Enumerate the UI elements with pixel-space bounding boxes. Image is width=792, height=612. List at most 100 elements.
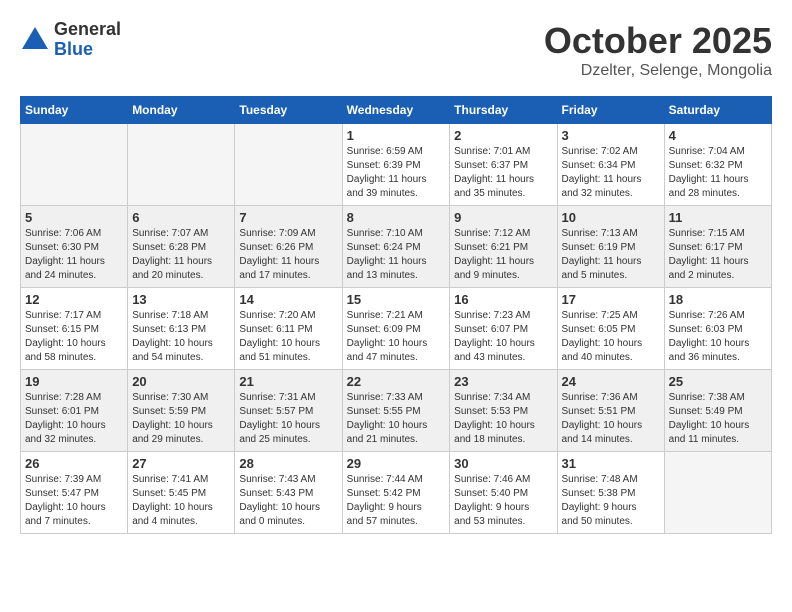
day-number: 9 <box>454 210 552 225</box>
day-info: Sunrise: 7:23 AM Sunset: 6:07 PM Dayligh… <box>454 309 552 365</box>
day-header-tuesday: Tuesday <box>235 97 342 124</box>
calendar-cell: 24Sunrise: 7:36 AM Sunset: 5:51 PM Dayli… <box>557 370 664 452</box>
day-info: Sunrise: 7:15 AM Sunset: 6:17 PM Dayligh… <box>669 227 767 283</box>
calendar-week-1: 1 Sunrise: 6:59 AM Sunset: 6:39 PM Daylig… <box>21 124 772 206</box>
day-info: Sunrise: 7:43 AM Sunset: 5:43 PM Dayligh… <box>239 473 337 529</box>
day-number: 13 <box>132 292 230 307</box>
calendar-cell: 11Sunrise: 7:15 AM Sunset: 6:17 PM Dayli… <box>664 206 771 288</box>
day-info: Sunrise: 7:33 AM Sunset: 5:55 PM Dayligh… <box>347 391 446 447</box>
day-info: Sunrise: 7:10 AM Sunset: 6:24 PM Dayligh… <box>347 227 446 283</box>
day-info: Sunrise: 7:28 AM Sunset: 6:01 PM Dayligh… <box>25 391 123 447</box>
day-info: Sunrise: 7:46 AM Sunset: 5:40 PM Dayligh… <box>454 473 552 529</box>
calendar-cell <box>21 124 128 206</box>
day-number: 6 <box>132 210 230 225</box>
calendar-cell: 4 Sunrise: 7:04 AM Sunset: 6:32 PM Daylig… <box>664 124 771 206</box>
day-number: 23 <box>454 374 552 389</box>
calendar-cell: 7Sunrise: 7:09 AM Sunset: 6:26 PM Daylig… <box>235 206 342 288</box>
day-info: Sunrise: 7:12 AM Sunset: 6:21 PM Dayligh… <box>454 227 552 283</box>
logo-icon <box>20 25 50 55</box>
day-info: Sunrise: 7:44 AM Sunset: 5:42 PM Dayligh… <box>347 473 446 529</box>
logo: General Blue <box>20 20 121 60</box>
calendar-cell: 21Sunrise: 7:31 AM Sunset: 5:57 PM Dayli… <box>235 370 342 452</box>
calendar-cell: 15 Sunrise: 7:21 AM Sunset: 6:09 PM Dayli… <box>342 288 450 370</box>
calendar-cell: 23 Sunrise: 7:34 AM Sunset: 5:53 PM Dayli… <box>450 370 557 452</box>
day-header-wednesday: Wednesday <box>342 97 450 124</box>
calendar-cell: 16 Sunrise: 7:23 AM Sunset: 6:07 PM Dayli… <box>450 288 557 370</box>
day-header-sunday: Sunday <box>21 97 128 124</box>
day-number: 25 <box>669 374 767 389</box>
day-info: Sunrise: 7:39 AM Sunset: 5:47 PM Dayligh… <box>25 473 123 529</box>
day-info: Sunrise: 6:59 AM Sunset: 6:39 PM Dayligh… <box>347 145 446 201</box>
day-number: 14 <box>239 292 337 307</box>
calendar-cell: 10 Sunrise: 7:13 AM Sunset: 6:19 PM Dayli… <box>557 206 664 288</box>
day-info: Sunrise: 7:17 AM Sunset: 6:15 PM Dayligh… <box>25 309 123 365</box>
day-header-friday: Friday <box>557 97 664 124</box>
day-number: 2 <box>454 128 552 143</box>
day-number: 18 <box>669 292 767 307</box>
day-number: 27 <box>132 456 230 471</box>
day-number: 16 <box>454 292 552 307</box>
calendar-cell <box>664 452 771 534</box>
calendar-cell: 30 Sunrise: 7:46 AM Sunset: 5:40 PM Dayli… <box>450 452 557 534</box>
day-info: Sunrise: 7:25 AM Sunset: 6:05 PM Dayligh… <box>562 309 660 365</box>
calendar-cell: 31Sunrise: 7:48 AM Sunset: 5:38 PM Dayli… <box>557 452 664 534</box>
day-number: 19 <box>25 374 123 389</box>
day-number: 8 <box>347 210 446 225</box>
calendar-week-5: 26 Sunrise: 7:39 AM Sunset: 5:47 PM Dayli… <box>21 452 772 534</box>
day-info: Sunrise: 7:01 AM Sunset: 6:37 PM Dayligh… <box>454 145 552 201</box>
day-number: 15 <box>347 292 446 307</box>
calendar-cell: 28 Sunrise: 7:43 AM Sunset: 5:43 PM Dayli… <box>235 452 342 534</box>
day-number: 26 <box>25 456 123 471</box>
day-info: Sunrise: 7:30 AM Sunset: 5:59 PM Dayligh… <box>132 391 230 447</box>
day-info: Sunrise: 7:02 AM Sunset: 6:34 PM Dayligh… <box>562 145 660 201</box>
day-header-saturday: Saturday <box>664 97 771 124</box>
calendar-cell: 27 Sunrise: 7:41 AM Sunset: 5:45 PM Dayli… <box>128 452 235 534</box>
calendar-body: 1 Sunrise: 6:59 AM Sunset: 6:39 PM Daylig… <box>21 124 772 534</box>
calendar-cell: 26 Sunrise: 7:39 AM Sunset: 5:47 PM Dayli… <box>21 452 128 534</box>
calendar-cell: 18 Sunrise: 7:26 AM Sunset: 6:03 PM Dayli… <box>664 288 771 370</box>
calendar-cell: 19 Sunrise: 7:28 AM Sunset: 6:01 PM Dayli… <box>21 370 128 452</box>
title-block: October 2025 Dzelter, Selenge, Mongolia <box>544 20 772 80</box>
day-number: 31 <box>562 456 660 471</box>
calendar-cell: 3Sunrise: 7:02 AM Sunset: 6:34 PM Daylig… <box>557 124 664 206</box>
calendar-cell: 14Sunrise: 7:20 AM Sunset: 6:11 PM Dayli… <box>235 288 342 370</box>
day-number: 20 <box>132 374 230 389</box>
calendar-cell: 6Sunrise: 7:07 AM Sunset: 6:28 PM Daylig… <box>128 206 235 288</box>
day-info: Sunrise: 7:34 AM Sunset: 5:53 PM Dayligh… <box>454 391 552 447</box>
day-header-thursday: Thursday <box>450 97 557 124</box>
page-header: General Blue October 2025 Dzelter, Selen… <box>20 20 772 80</box>
day-number: 1 <box>347 128 446 143</box>
day-number: 10 <box>562 210 660 225</box>
day-info: Sunrise: 7:41 AM Sunset: 5:45 PM Dayligh… <box>132 473 230 529</box>
day-info: Sunrise: 7:21 AM Sunset: 6:09 PM Dayligh… <box>347 309 446 365</box>
calendar-week-2: 5Sunrise: 7:06 AM Sunset: 6:30 PM Daylig… <box>21 206 772 288</box>
calendar-cell: 2 Sunrise: 7:01 AM Sunset: 6:37 PM Daylig… <box>450 124 557 206</box>
day-number: 21 <box>239 374 337 389</box>
logo-blue: Blue <box>54 40 121 60</box>
day-info: Sunrise: 7:09 AM Sunset: 6:26 PM Dayligh… <box>239 227 337 283</box>
calendar-cell: 20 Sunrise: 7:30 AM Sunset: 5:59 PM Dayli… <box>128 370 235 452</box>
calendar-cell: 17Sunrise: 7:25 AM Sunset: 6:05 PM Dayli… <box>557 288 664 370</box>
day-info: Sunrise: 7:36 AM Sunset: 5:51 PM Dayligh… <box>562 391 660 447</box>
day-info: Sunrise: 7:13 AM Sunset: 6:19 PM Dayligh… <box>562 227 660 283</box>
month-title: October 2025 <box>544 20 772 62</box>
calendar-cell: 25Sunrise: 7:38 AM Sunset: 5:49 PM Dayli… <box>664 370 771 452</box>
logo-text: General Blue <box>54 20 121 60</box>
day-number: 4 <box>669 128 767 143</box>
day-number: 28 <box>239 456 337 471</box>
calendar-cell: 9 Sunrise: 7:12 AM Sunset: 6:21 PM Daylig… <box>450 206 557 288</box>
day-headers-row: SundayMondayTuesdayWednesdayThursdayFrid… <box>21 97 772 124</box>
calendar-cell: 22 Sunrise: 7:33 AM Sunset: 5:55 PM Dayli… <box>342 370 450 452</box>
calendar-week-3: 12Sunrise: 7:17 AM Sunset: 6:15 PM Dayli… <box>21 288 772 370</box>
calendar-cell <box>128 124 235 206</box>
day-header-monday: Monday <box>128 97 235 124</box>
day-info: Sunrise: 7:06 AM Sunset: 6:30 PM Dayligh… <box>25 227 123 283</box>
calendar-cell: 29Sunrise: 7:44 AM Sunset: 5:42 PM Dayli… <box>342 452 450 534</box>
day-info: Sunrise: 7:04 AM Sunset: 6:32 PM Dayligh… <box>669 145 767 201</box>
calendar-cell <box>235 124 342 206</box>
day-info: Sunrise: 7:18 AM Sunset: 6:13 PM Dayligh… <box>132 309 230 365</box>
day-number: 30 <box>454 456 552 471</box>
calendar-cell: 12Sunrise: 7:17 AM Sunset: 6:15 PM Dayli… <box>21 288 128 370</box>
day-info: Sunrise: 7:26 AM Sunset: 6:03 PM Dayligh… <box>669 309 767 365</box>
day-number: 22 <box>347 374 446 389</box>
